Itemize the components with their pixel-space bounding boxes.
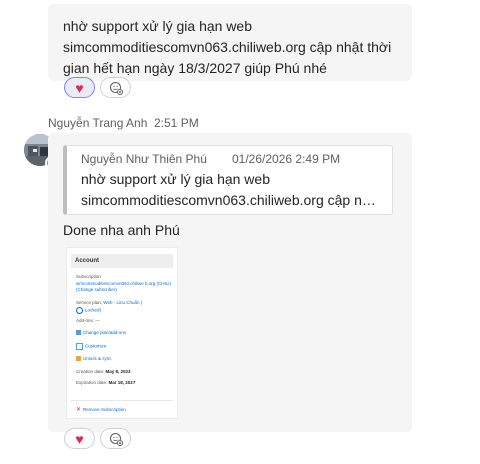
addons-label: Add-ons: — xyxy=(76,318,100,323)
remove-subscription-row: ✕ Remove Subscription xyxy=(76,407,126,413)
message-time: 2:51 PM xyxy=(154,116,199,130)
service-plan-value: Web - Linu Chuẩn ( xyxy=(103,300,143,305)
heart-icon: ♥ xyxy=(75,79,84,96)
message-text: nhờ support xử lý gia hạn web simcommodi… xyxy=(63,18,392,76)
reactions-bar: ♥ xyxy=(64,77,131,98)
heart-icon: ♥ xyxy=(75,430,84,447)
expiration-date-value: Mar 18, 2027 xyxy=(108,380,136,385)
heart-reaction[interactable]: ♥ xyxy=(64,77,95,98)
screenshot-header: Account xyxy=(71,254,173,268)
quote-text-line: nhờ support xử lý gia hạn web xyxy=(81,171,270,187)
reactions-bar: ♥ xyxy=(64,428,131,449)
expiration-date-label: Expiration date: xyxy=(76,380,108,385)
add-reaction-button[interactable] xyxy=(100,428,131,449)
customize-icon xyxy=(76,343,83,350)
divider xyxy=(71,400,173,401)
unlock-sync-row: Unlock & sync xyxy=(76,356,112,362)
change-plan-row: Change plan/add-ons xyxy=(76,330,126,336)
locked-text: Locked) xyxy=(85,307,102,313)
expiration-date-row: Expiration date: Mar 18, 2027 xyxy=(76,380,135,386)
service-plan-label: Service plan: Web - Linu Chuẩn ( xyxy=(76,300,142,306)
add-reaction-button[interactable] xyxy=(100,77,131,98)
message-bubble[interactable]: nhờ support xử lý gia hạn web simcommodi… xyxy=(48,4,412,81)
message-text: Done nha anh Phú xyxy=(63,222,180,238)
subscription-value: simcommoditiescomvn063.chiliwe b.org (CH… xyxy=(76,281,172,292)
add-reaction-icon xyxy=(109,432,123,446)
message-bubble[interactable]: Nguyễn Như Thiên Phú 01/26/2026 2:49 PM … xyxy=(48,133,412,432)
subscription-label: Subscription xyxy=(76,274,101,279)
lock-icon xyxy=(76,307,83,314)
quote-author: Nguyễn Như Thiên Phú xyxy=(81,152,207,166)
customize-link: Customize xyxy=(85,343,107,349)
unlock-sync-link: Unlock & sync xyxy=(83,356,112,361)
quoted-reply[interactable]: Nguyễn Như Thiên Phú 01/26/2026 2:49 PM … xyxy=(63,145,393,215)
service-plan-locked: Locked) xyxy=(76,307,101,314)
sender-name[interactable]: Nguyễn Trang Anh xyxy=(48,116,147,130)
quote-text-line: simcommoditiescomvn063.chiliweb.org cập … xyxy=(81,192,379,208)
heart-reaction[interactable]: ♥ xyxy=(64,428,95,449)
creation-date-value: May 8, 2023 xyxy=(105,369,131,374)
creation-date-row: Creation date: May 8, 2023 xyxy=(76,369,131,375)
quote-timestamp: 01/26/2026 2:49 PM xyxy=(232,152,341,166)
change-plan-link: Change plan/add-ons xyxy=(83,330,127,335)
remove-icon: ✕ xyxy=(76,407,82,413)
remove-subscription-link: Remove Subscription xyxy=(83,407,126,412)
unlock-icon xyxy=(76,356,81,362)
customize-row: Customize xyxy=(76,343,106,350)
creation-date-label: Creation date: xyxy=(76,369,105,374)
service-plan-label-text: Service plan: xyxy=(76,300,103,305)
change-plan-icon xyxy=(76,330,81,336)
add-reaction-icon xyxy=(109,81,123,95)
attached-screenshot[interactable]: Account Subscription simcommoditiescomvn… xyxy=(66,247,178,419)
